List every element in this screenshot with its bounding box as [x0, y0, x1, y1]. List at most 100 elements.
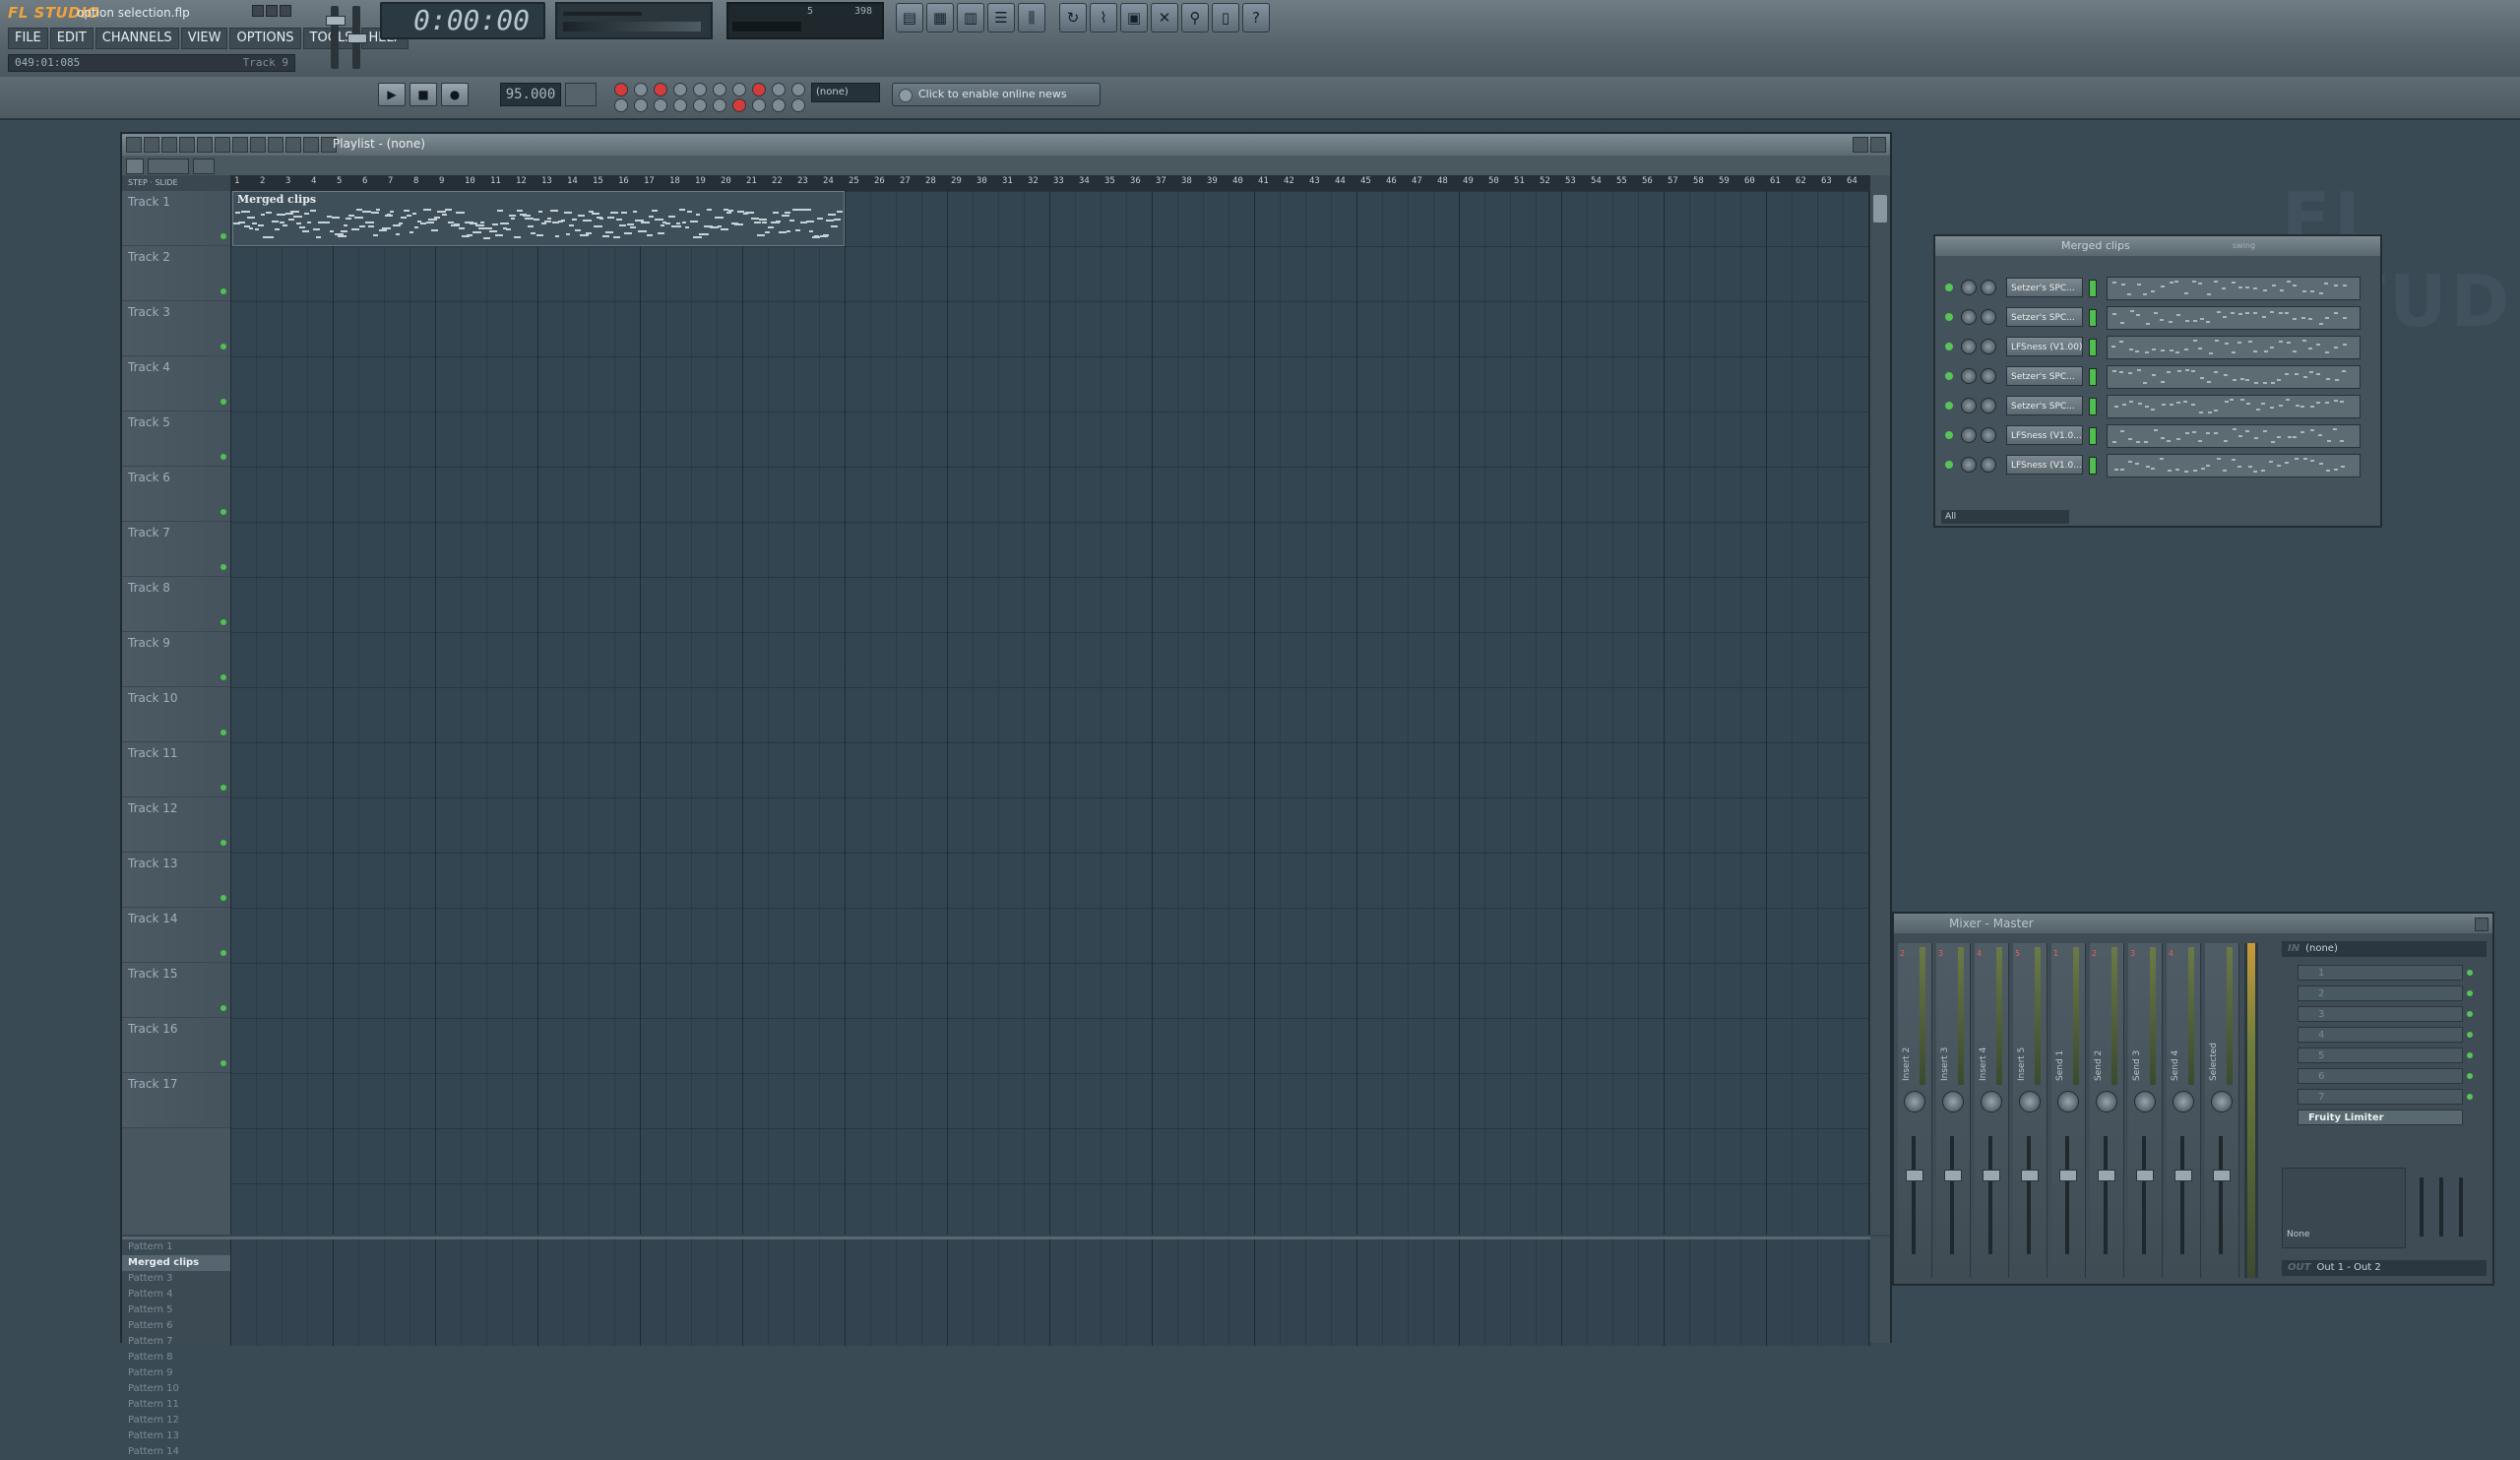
option-icon[interactable] — [673, 98, 687, 112]
strip-fader-cap[interactable] — [2136, 1170, 2154, 1181]
channel-pattern-preview[interactable] — [2107, 424, 2361, 448]
channel-volume-knob[interactable] — [1981, 398, 1996, 413]
wave-editor-icon[interactable]: ⌇ — [1090, 3, 1117, 32]
zoom-icon[interactable] — [268, 137, 284, 153]
channel-pattern-preview[interactable] — [2107, 395, 2361, 418]
strip-fader[interactable] — [2142, 1136, 2146, 1254]
effect-slot-led[interactable] — [2467, 1052, 2473, 1058]
channel-pan-knob[interactable] — [1961, 457, 1977, 473]
tempo-display[interactable]: 95.000 — [500, 83, 561, 106]
maximize-icon[interactable] — [1853, 137, 1868, 153]
channel-pan-knob[interactable] — [1961, 280, 1977, 295]
option-icon[interactable] — [713, 98, 726, 112]
pattern-scrollbar[interactable] — [1870, 1237, 1890, 1343]
arrangement-grid[interactable] — [230, 191, 1870, 1235]
option-icon[interactable] — [634, 98, 648, 112]
channel-pan-knob[interactable] — [1961, 427, 1977, 443]
pattern-item[interactable]: Pattern 1 — [122, 1239, 230, 1255]
mixer-icon[interactable]: ⫼ — [1018, 3, 1045, 32]
effect-slot-led[interactable] — [2467, 1073, 2473, 1079]
menu-edit[interactable]: EDIT — [49, 28, 94, 49]
channel-select-led[interactable] — [2089, 339, 2097, 356]
channel-mute-led[interactable] — [1945, 402, 1953, 410]
option-icon[interactable] — [713, 83, 726, 96]
timeline-ruler[interactable]: 1 2 3 4 5 6 7 8 9 10 11 12 13 14 15 16 17 18 19 20 21 22 23 24 2… — [230, 175, 1870, 192]
track-mute-led[interactable] — [220, 399, 226, 405]
strip-pan-knob[interactable] — [1981, 1091, 2002, 1112]
channel-filter[interactable]: All — [1941, 510, 2069, 524]
option-icon[interactable] — [732, 98, 746, 112]
mixer-strip[interactable]: 2 Send 2 — [2090, 943, 2124, 1278]
menu-options[interactable]: OPTIONS — [229, 28, 301, 49]
menu-file[interactable]: FILE — [8, 28, 48, 49]
scrollbar-thumb[interactable] — [1873, 195, 1887, 222]
minimize-icon[interactable] — [252, 5, 264, 17]
master-pitch-slider[interactable] — [347, 6, 367, 69]
channel-pattern-preview[interactable] — [2107, 306, 2361, 330]
mixer-strip[interactable]: 5 Insert 5 — [2013, 943, 2048, 1278]
close-icon[interactable] — [1870, 137, 1886, 153]
play-icon[interactable] — [285, 137, 301, 153]
wrench-icon[interactable]: ✕ — [1151, 3, 1178, 32]
strip-fader-cap[interactable] — [2174, 1170, 2192, 1181]
pattern-item[interactable]: Pattern 5 — [122, 1302, 230, 1318]
option-icon[interactable] — [693, 98, 707, 112]
effect-slot-led[interactable] — [2467, 970, 2473, 976]
track-header[interactable]: Track 9 — [122, 632, 230, 687]
channel-mute-led[interactable] — [1945, 461, 1953, 469]
effect-slot[interactable]: 1 — [2298, 965, 2463, 981]
option-icon[interactable] — [791, 98, 805, 112]
effect-slot[interactable]: 6 — [2298, 1068, 2463, 1084]
channel-mute-led[interactable] — [1945, 313, 1953, 321]
track-mute-led[interactable] — [220, 674, 226, 680]
pattern-grid[interactable] — [230, 1239, 1870, 1346]
track-mute-led[interactable] — [220, 950, 226, 956]
channel-pattern-preview[interactable] — [2107, 365, 2361, 389]
channel-volume-knob[interactable] — [1981, 280, 1996, 295]
effect-slot-led[interactable] — [2467, 1094, 2473, 1100]
channel-name-button[interactable]: Setzer's SPC... — [2006, 366, 2083, 386]
track-mute-led[interactable] — [220, 619, 226, 625]
track-header[interactable]: Track 3 — [122, 301, 230, 356]
channel-pattern-preview[interactable] — [2107, 454, 2361, 477]
option-icon[interactable] — [614, 98, 628, 112]
track-header[interactable]: Track 7 — [122, 522, 230, 577]
channel-select-led[interactable] — [2089, 457, 2097, 475]
close-icon[interactable] — [280, 5, 291, 17]
channel-pan-knob[interactable] — [1961, 339, 1977, 354]
effect-slot[interactable]: 5 — [2298, 1047, 2463, 1063]
pattern-item[interactable]: Pattern 7 — [122, 1334, 230, 1350]
menu-view[interactable]: VIEW — [180, 28, 228, 49]
effect-slot-fruity-limiter[interactable]: Fruity Limiter — [2298, 1110, 2463, 1125]
strip-fader[interactable] — [1912, 1136, 1916, 1254]
mixer-strip[interactable]: Selected — [2205, 943, 2239, 1278]
strip-fader[interactable] — [2027, 1136, 2031, 1254]
strip-pan-knob[interactable] — [2211, 1091, 2233, 1112]
effect-slot[interactable]: 3 — [2298, 1006, 2463, 1022]
pattern-item[interactable]: Pattern 10 — [122, 1381, 230, 1397]
strip-fader-cap[interactable] — [2098, 1170, 2115, 1181]
track-mute-led[interactable] — [220, 895, 226, 901]
option-icon[interactable] — [752, 98, 766, 112]
pencil-icon[interactable] — [161, 137, 177, 153]
channel-volume-knob[interactable] — [1981, 339, 1996, 354]
strip-pan-knob[interactable] — [1904, 1091, 1925, 1112]
playlist-scrollbar-horizontal[interactable] — [122, 156, 1890, 176]
track-header[interactable]: Track 10 — [122, 687, 230, 742]
effect-slot[interactable]: 7 — [2298, 1089, 2463, 1105]
strip-pan-knob[interactable] — [2096, 1091, 2117, 1112]
track-header[interactable]: Track 2 — [122, 246, 230, 301]
channel-name-button[interactable]: LFSness (V1.0... — [2006, 425, 2083, 445]
effect-slot-led[interactable] — [2467, 990, 2473, 996]
track-mute-led[interactable] — [220, 509, 226, 515]
track-mute-led[interactable] — [220, 288, 226, 294]
channel-mute-led[interactable] — [1945, 343, 1953, 350]
document-icon[interactable]: ▯ — [1212, 3, 1239, 32]
pattern-selector[interactable]: (none) — [811, 83, 880, 102]
effect-slot-led[interactable] — [2467, 1011, 2473, 1017]
track-header[interactable]: Track 5 — [122, 412, 230, 467]
track-mute-led[interactable] — [220, 344, 226, 349]
time-display[interactable]: 0:00:00 — [380, 2, 545, 39]
delete-icon[interactable] — [197, 137, 213, 153]
pattern-item[interactable]: Pattern 13 — [122, 1428, 230, 1444]
